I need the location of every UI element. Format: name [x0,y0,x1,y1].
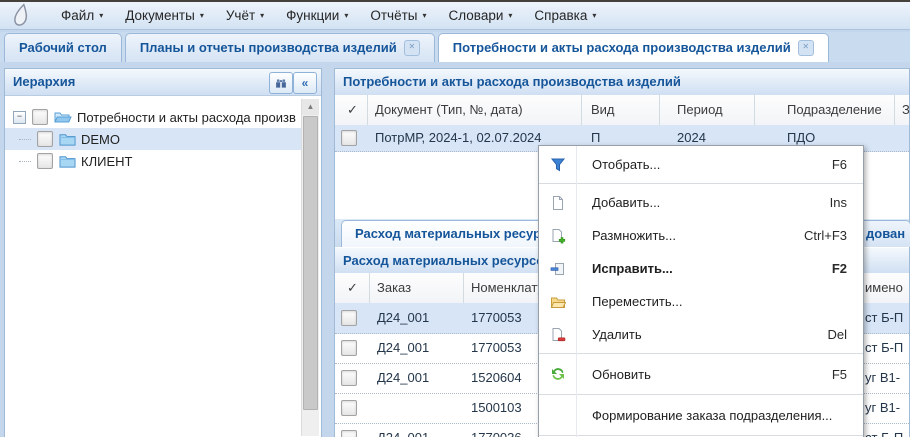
needs-table-header: ✓ Документ (Тип, №, дата) Вид Период Под… [335,95,909,126]
menu-separator [539,353,863,354]
check-column-icon[interactable]: ✓ [347,95,358,124]
tree-node-label: DEMO [81,132,120,147]
menu-functions[interactable]: Функции▾ [275,3,359,29]
tab-desktop[interactable]: Рабочий стол [4,33,122,62]
search-button[interactable] [269,72,293,94]
menu-separator [539,435,863,436]
scrollbar-thumb[interactable] [303,116,318,410]
menu-item-form-order[interactable]: Формирование заказа подразделения... [539,397,863,433]
cell-name-fragment: уг В1- [865,393,900,422]
tree-connector [19,139,31,140]
tree-node-label: Потребности и акты расхода произв [77,110,296,125]
cell-order: Д24_001 [377,363,429,392]
hierarchy-panel-title: Иерархия « [5,69,321,96]
delete-document-icon [539,327,576,343]
tree-node-demo[interactable]: DEMO [5,128,303,150]
menu-dictionaries[interactable]: Словари▾ [438,3,524,29]
menu-item-move[interactable]: Переместить... [539,285,863,318]
needs-panel-title: Потребности и акты расхода производства … [335,69,909,96]
column-header-division[interactable]: Подразделение [787,95,882,124]
menu-item-duplicate[interactable]: Размножить...Ctrl+F3 [539,219,863,252]
cell-name-fragment: ст Б-П [865,423,903,437]
chevron-down-icon: ▾ [99,11,103,20]
folder-icon [59,132,76,146]
cell-name-fragment: ст Б-П [865,303,903,332]
cell-nomenclature: 1500103 [471,393,522,422]
menu-reports[interactable]: Отчёты▾ [359,3,437,29]
filter-icon [539,157,576,173]
hierarchy-panel: Иерархия « − Потребности и акты расхода … [4,68,322,437]
row-checkbox[interactable] [341,340,357,356]
collapse-icon: « [302,74,309,92]
tree-scrollbar[interactable]: ▲ [301,99,319,436]
column-header-period[interactable]: Период [677,95,723,124]
collapse-panel-button[interactable]: « [293,72,317,94]
move-folder-icon [539,294,576,310]
chevron-down-icon: ▾ [508,11,512,20]
tree-node-root[interactable]: − Потребности и акты расхода произв [5,106,303,128]
tab-bar: Рабочий стол Планы и отчеты производства… [0,32,910,62]
new-document-icon [539,195,576,211]
edit-icon [539,261,576,277]
chevron-down-icon: ▾ [200,11,204,20]
cell-order: Д24_001 [377,333,429,362]
row-checkbox[interactable] [341,370,357,386]
chevron-down-icon: ▾ [423,11,427,20]
menu-accounting[interactable]: Учёт▾ [215,3,275,29]
tree-node-label: КЛИЕНТ [81,154,132,169]
folder-icon [59,154,76,168]
cell-order: Д24_001 [377,303,429,332]
menu-item-filter[interactable]: Отобрать...F6 [539,148,863,181]
menu-item-delete[interactable]: УдалитьDel [539,318,863,351]
tree-checkbox[interactable] [37,153,53,169]
app-window: Файл▾ Документы▾ Учёт▾ Функции▾ Отчёты▾ … [0,0,910,437]
cell-name-fragment: ст Б-П [865,333,903,362]
close-icon[interactable]: ✕ [404,40,420,56]
chevron-down-icon: ▾ [592,11,596,20]
cell-nomenclature: 1520604 [471,363,522,392]
column-header-vid[interactable]: Вид [591,95,615,124]
cell-nomenclature: 1770036 [471,423,522,437]
chevron-down-icon: ▾ [344,11,348,20]
open-folder-icon [54,110,72,124]
tab-plans[interactable]: Планы и отчеты производства изделий✕ [125,33,435,62]
cell-name-fragment: уг В1- [865,363,900,392]
row-checkbox[interactable] [341,400,357,416]
app-logo-icon [12,3,36,29]
menu-help[interactable]: Справка▾ [523,3,607,29]
tree-checkbox[interactable] [32,109,48,125]
close-icon[interactable]: ✕ [798,40,814,56]
column-header-name-fragment[interactable]: имено [865,273,903,302]
tree-connector [19,161,31,162]
chevron-down-icon: ▾ [260,11,264,20]
menu-separator [539,394,863,395]
context-menu: Отобрать...F6 Добавить...Ins Размножить.… [538,145,864,437]
tab-needs[interactable]: Потребности и акты расхода производства … [438,33,829,62]
column-header-z[interactable]: З [902,95,910,124]
tree-checkbox[interactable] [37,131,53,147]
row-checkbox[interactable] [341,430,357,437]
duplicate-document-icon [539,228,576,244]
check-column-icon[interactable]: ✓ [347,273,358,302]
column-header-document[interactable]: Документ (Тип, №, дата) [375,95,523,124]
cell-order: Д24_001 [377,423,429,437]
tree-node-client[interactable]: КЛИЕНТ [5,150,303,172]
menu-item-add[interactable]: Добавить...Ins [539,186,863,219]
menu-file[interactable]: Файл▾ [50,3,114,29]
menu-bar: Файл▾ Документы▾ Учёт▾ Функции▾ Отчёты▾ … [0,2,910,30]
menu-item-edit[interactable]: Исправить...F2 [539,252,863,285]
scroll-up-icon[interactable]: ▲ [302,99,319,115]
menu-documents[interactable]: Документы▾ [114,3,215,29]
collapse-node-icon[interactable]: − [13,111,26,124]
row-checkbox[interactable] [341,310,357,326]
refresh-icon [539,366,576,382]
row-checkbox[interactable] [341,130,357,146]
column-header-order[interactable]: Заказ [377,273,411,302]
menu-separator [539,183,863,184]
cell-document: ПотрМР, 2024-1, 02.07.2024 [375,125,542,150]
cell-nomenclature: 1770053 [471,333,522,362]
binoculars-icon [274,77,288,90]
menu-item-refresh[interactable]: ОбновитьF5 [539,356,863,392]
cell-nomenclature: 1770053 [471,303,522,332]
